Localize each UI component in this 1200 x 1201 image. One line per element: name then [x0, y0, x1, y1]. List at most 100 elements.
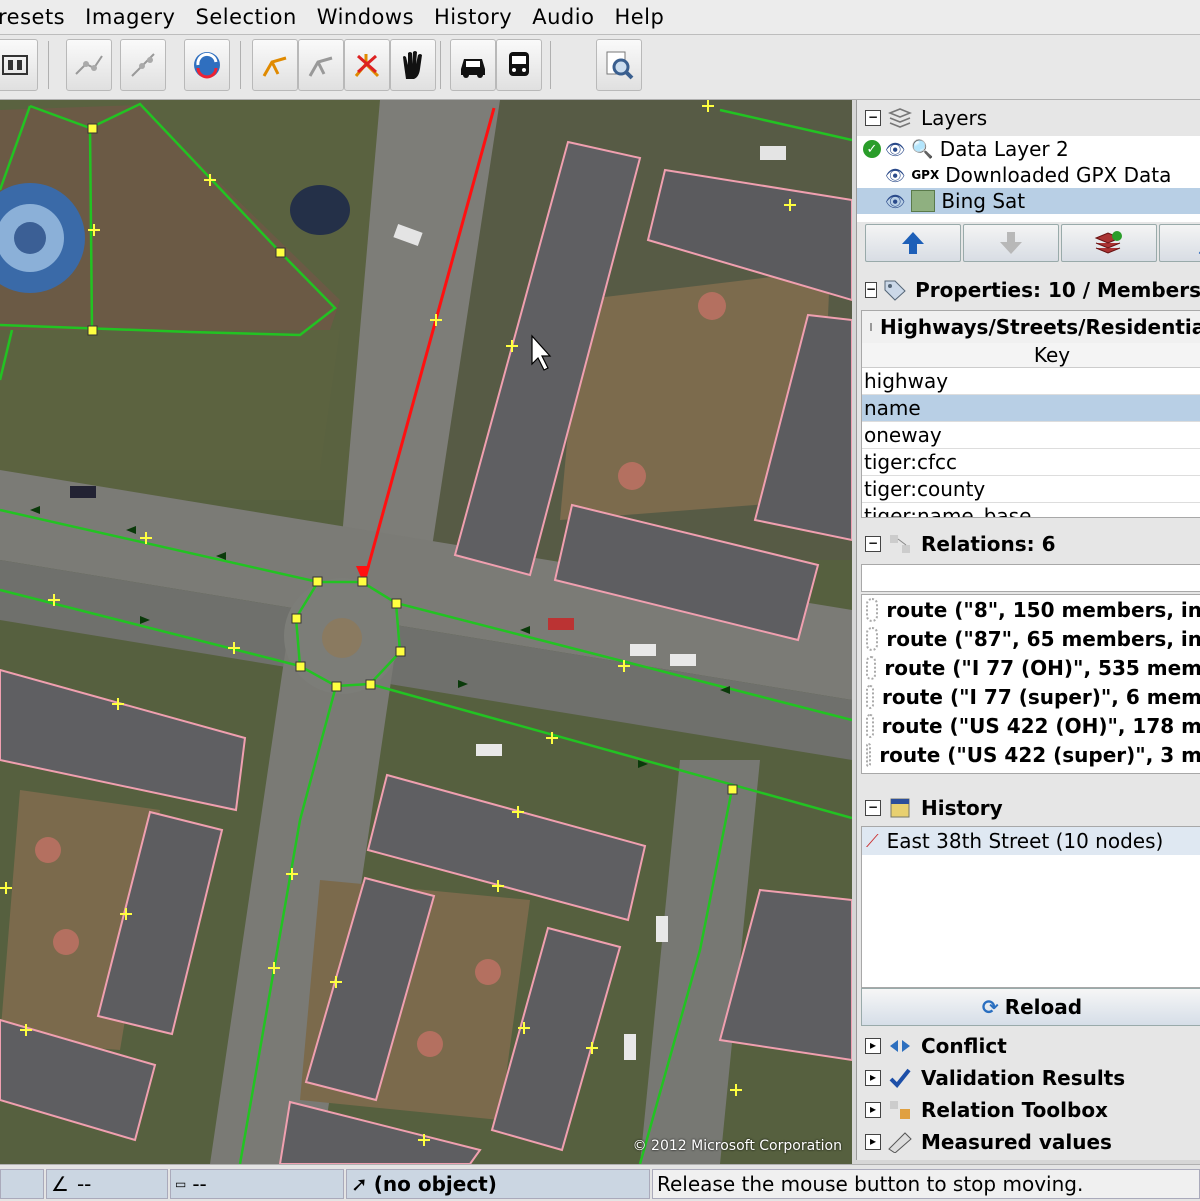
collapse-toggle-icon[interactable]: −: [865, 536, 881, 552]
layer-item[interactable]: 👁 GPX Downloaded GPX Data: [857, 162, 1200, 188]
split-way-button[interactable]: [66, 39, 112, 91]
status-bar: ∠ -- ▭ -- ➚ (no object) Release the mous…: [0, 1164, 1200, 1201]
draw-nodes-button[interactable]: [252, 39, 298, 91]
angle-value: --: [76, 1172, 92, 1196]
relations-filter[interactable]: [861, 564, 1200, 592]
imagery-layer-icon: [911, 190, 936, 212]
measured-values-panel-header[interactable]: ▸ Measured values: [857, 1126, 1200, 1158]
zoom-button[interactable]: [596, 39, 642, 91]
relation-icon: [887, 532, 913, 556]
table-row[interactable]: tiger:cfcc: [862, 449, 1200, 476]
relation-toolbox-panel-header[interactable]: ▸ Relation Toolbox: [857, 1094, 1200, 1126]
menu-bar: resets Imagery Selection Windows History…: [0, 0, 1200, 35]
table-row[interactable]: oneway: [862, 422, 1200, 449]
tag-key: tiger:name_base: [864, 504, 1032, 518]
expand-toggle-icon[interactable]: ▸: [865, 1134, 881, 1150]
move-mode-button[interactable]: [390, 39, 436, 91]
properties-title: Properties: 10 / Members: [915, 278, 1200, 302]
collapse-toggle-icon[interactable]: −: [865, 110, 881, 126]
car-routing-button[interactable]: [450, 39, 496, 91]
delete-mode-button[interactable]: [344, 39, 390, 91]
layer-properties-button[interactable]: [1159, 224, 1200, 262]
active-check-icon: ✓: [863, 140, 881, 158]
list-item[interactable]: route ("US 422 (OH)", 178 m: [862, 711, 1200, 740]
bus-routing-button[interactable]: [496, 39, 542, 91]
zoom-tool-button[interactable]: [298, 39, 344, 91]
menu-windows[interactable]: Windows: [307, 5, 424, 29]
menu-audio[interactable]: Audio: [522, 5, 604, 29]
route-relation-icon: [866, 597, 879, 622]
table-row[interactable]: highway: [862, 368, 1200, 395]
route-relation-icon: [866, 655, 877, 680]
layer-list[interactable]: ✓ 👁 🔍 Data Layer 2 👁 GPX Downloaded GPX …: [857, 136, 1200, 222]
delete-mode-icon: [354, 54, 380, 78]
table-row[interactable]: tiger:county: [862, 476, 1200, 503]
visibility-eye-icon[interactable]: 👁: [885, 166, 905, 185]
tag-key: highway: [864, 369, 949, 393]
route-relation-icon: [866, 742, 872, 767]
split-way-icon: [75, 55, 103, 75]
key-column-header[interactable]: Key: [862, 343, 1200, 368]
tag-key: tiger:county: [864, 477, 986, 501]
layers-title: Layers: [921, 106, 988, 130]
list-item[interactable]: route ("I 77 (super)", 6 mem: [862, 682, 1200, 711]
list-item[interactable]: ⟋ East 38th Street (10 nodes): [862, 827, 1200, 855]
expand-toggle-icon[interactable]: ▸: [865, 1102, 881, 1118]
menu-selection[interactable]: Selection: [185, 5, 306, 29]
length-field: ▭ --: [170, 1169, 344, 1199]
properties-table[interactable]: Highways/Streets/Residential Key highway…: [861, 310, 1200, 518]
preset-header[interactable]: Highways/Streets/Residential: [862, 311, 1200, 343]
conflict-panel-header[interactable]: ▸ Conflict: [857, 1030, 1200, 1062]
history-title: History: [921, 796, 1003, 820]
side-panel: − Layers ✓ 👁 🔍 Data Layer 2 👁 GPX Downlo…: [856, 100, 1200, 1160]
checkmark-icon: [887, 1066, 913, 1090]
layer-item[interactable]: ✓ 👁 🔍 Data Layer 2: [857, 136, 1200, 162]
move-layer-down-button[interactable]: [963, 224, 1059, 262]
relation-toolbox-title: Relation Toolbox: [921, 1098, 1108, 1122]
layer-item[interactable]: 👁 Bing Sat: [857, 188, 1200, 214]
activate-layer-button[interactable]: [1061, 224, 1157, 262]
help-message-field: Release the mouse button to stop moving.: [652, 1169, 1200, 1199]
move-layer-up-button[interactable]: [865, 224, 961, 262]
visibility-eye-icon[interactable]: 👁: [885, 140, 905, 159]
collapse-toggle-icon[interactable]: −: [865, 282, 878, 298]
relation-label: route ("I 77 (OH)", 535 mem: [884, 655, 1200, 680]
preferences-button[interactable]: [0, 39, 38, 91]
validation-title: Validation Results: [921, 1066, 1126, 1090]
menu-help[interactable]: Help: [604, 5, 674, 29]
table-row[interactable]: tiger:name_base: [862, 503, 1200, 518]
relations-list[interactable]: route ("8", 150 members, in route ("87",…: [861, 594, 1200, 774]
properties-panel-header[interactable]: − Properties: 10 / Members: [857, 274, 1200, 306]
menu-presets[interactable]: resets: [0, 5, 75, 29]
list-item[interactable]: route ("87", 65 members, in: [862, 624, 1200, 653]
update-data-button[interactable]: [184, 39, 230, 91]
history-panel-header[interactable]: − History: [857, 792, 1200, 824]
list-item[interactable]: route ("I 77 (OH)", 535 mem: [862, 653, 1200, 682]
visibility-eye-icon[interactable]: 👁: [885, 192, 905, 211]
map-view[interactable]: © 2012 Microsoft Corporation: [0, 100, 852, 1164]
key-column-label: Key: [1033, 343, 1071, 367]
reload-button[interactable]: ⟳ Reload: [861, 988, 1200, 1026]
menu-imagery[interactable]: Imagery: [75, 5, 185, 29]
history-item-label: East 38th Street (10 nodes): [886, 829, 1164, 853]
list-item[interactable]: route ("8", 150 members, in: [862, 595, 1200, 624]
measured-values-title: Measured values: [921, 1130, 1112, 1154]
relations-panel-header[interactable]: − Relations: 6: [857, 528, 1200, 560]
table-row[interactable]: name: [862, 395, 1200, 422]
relation-label: route ("US 422 (super)", 3 m: [879, 742, 1200, 767]
collapse-toggle-icon[interactable]: −: [865, 800, 881, 816]
combine-way-icon: [131, 53, 155, 77]
layers-panel-header[interactable]: − Layers: [857, 102, 1200, 134]
expand-toggle-icon[interactable]: ▸: [865, 1038, 881, 1054]
layer-buttons: [865, 224, 1200, 262]
validation-panel-header[interactable]: ▸ Validation Results: [857, 1062, 1200, 1094]
expand-toggle-icon[interactable]: ▸: [865, 1070, 881, 1086]
route-relation-icon: [866, 684, 875, 709]
history-list[interactable]: ⟋ East 38th Street (10 nodes): [861, 826, 1200, 988]
combine-way-button[interactable]: [120, 39, 166, 91]
list-item[interactable]: route ("US 422 (super)", 3 m: [862, 740, 1200, 769]
menu-history[interactable]: History: [424, 5, 522, 29]
conflict-icon: [887, 1034, 913, 1058]
tag-key: tiger:cfcc: [864, 450, 958, 474]
map-canvas[interactable]: [0, 100, 852, 1164]
